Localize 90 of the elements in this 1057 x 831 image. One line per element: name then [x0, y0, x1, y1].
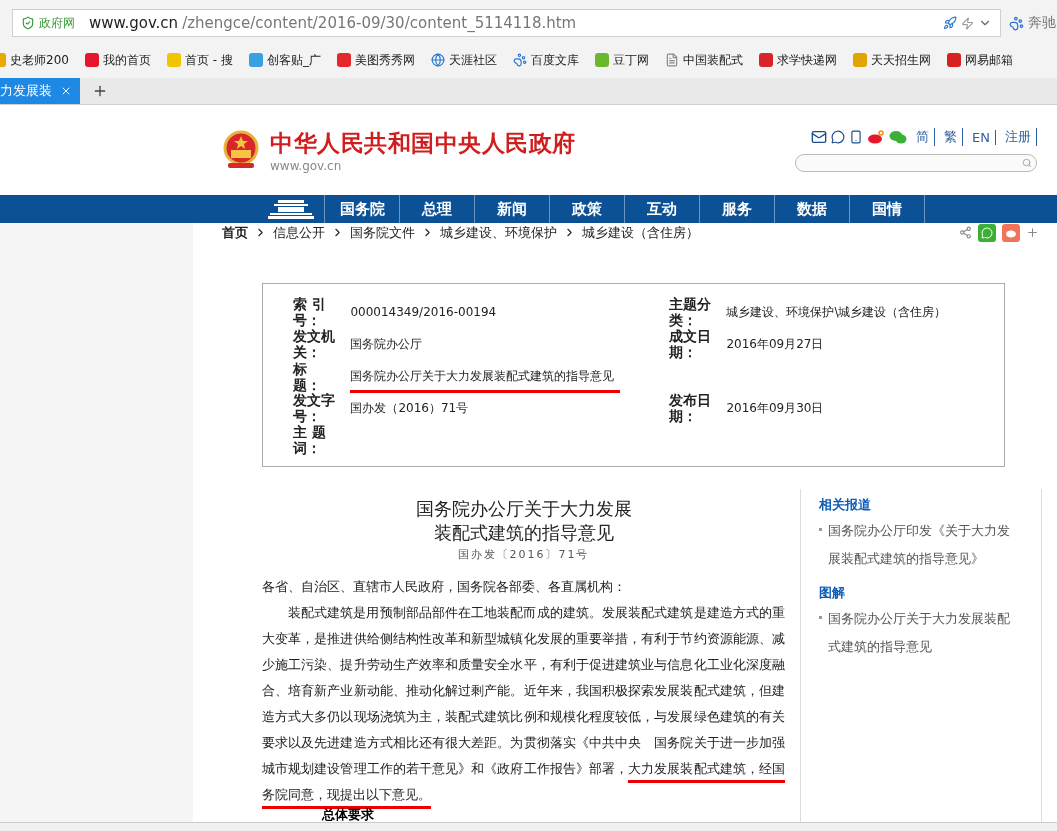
sidebar-link[interactable]: 国务院办公厅印发《关于大力发展装配式建筑的指导意见》 [819, 517, 1019, 573]
info-value: 城乡建设、环境保护\城乡建设（含住房） [726, 303, 947, 321]
wechat-icon[interactable] [889, 130, 908, 144]
bookmark[interactable]: 天天招生网 [870, 51, 931, 69]
language-link[interactable]: 简 [911, 128, 936, 146]
bookmark[interactable]: 网易邮箱 [964, 51, 1013, 69]
bookmark-icon [248, 53, 263, 67]
info-value: 国务院办公厅 [350, 335, 423, 353]
body-paragraph: 装配式建筑是用预制部品部件在工地装配而成的建筑。发展装配式建筑是建造方式的重大变革，是推进供给侧结构性改革和新型城镇化发展的重要举措，有利于节约资源能源、减少施工污染、提升劳动生产效率和质量安全水平，有利于促进建筑业与信息化工业化深度融合、培育新产业新动能、推动化解过剩产能。近年来，我国积极探索发展装配式建筑，但建造方式大多仍以现场浇筑为主，装配式建筑比例和规模化程度较低，与发展绿色建筑的有关要求以及先进建造方式相比还有很大差距。为贯彻落实《中共中央 国务院关于进一步加强城市规划建设管理工作的若干意见》和《政府工作报告》部署，大力发展装配式建筑，经国务院同意，现提出以下意见。 [262, 600, 785, 808]
breadcrumb-link[interactable]: 首页 [222, 223, 248, 242]
nav-item[interactable]: 新闻 [475, 195, 550, 223]
bookmark[interactable]: 百度文库 [530, 51, 579, 69]
bookmark-icon [758, 53, 773, 67]
bookmark[interactable]: 美图秀秀网 [354, 51, 415, 69]
sidebar-heading: 图解 [819, 584, 846, 602]
mail-icon[interactable] [811, 129, 828, 145]
document-number: 国办发〔2016〕71号 [456, 547, 591, 562]
paw-icon [512, 53, 527, 67]
breadcrumb-link[interactable]: 国务院文件 [350, 223, 415, 242]
share-icon[interactable] [959, 226, 972, 239]
salutation: 各省、自治区、直辖市人民政府，国务院各部委、各直属机构： [262, 578, 627, 596]
close-icon[interactable] [60, 85, 72, 97]
weibo-icon[interactable] [1002, 223, 1020, 242]
info-value: 国务院办公厅关于大力发展装配式建筑的指导意见 [350, 368, 621, 393]
lightning-icon[interactable] [961, 16, 974, 30]
nav-item[interactable]: 政策 [550, 195, 625, 223]
nav-item[interactable]: 国务院 [325, 195, 400, 223]
bookmark[interactable]: 史老师200 [10, 51, 69, 69]
language-link[interactable]: 繁 [939, 128, 964, 146]
article-title: 国务院办公厅关于大力发展 装配式建筑的指导意见 [414, 497, 633, 545]
globe-icon [430, 53, 445, 67]
info-value: 2016年09月30日 [726, 399, 824, 417]
search-icon[interactable] [1022, 158, 1032, 168]
info-value: 2016年09月27日 [726, 335, 824, 353]
emblem-icon [222, 130, 260, 170]
wechat-icon[interactable] [978, 223, 996, 242]
bookmark-icon [946, 53, 961, 67]
shield-icon [21, 16, 35, 30]
info-value: 国办发（2016）71号 [350, 399, 469, 417]
sidebar-heading: 相关报道 [819, 496, 872, 514]
phone-icon[interactable] [849, 130, 864, 144]
site-domain: www.gov.cn [270, 158, 342, 173]
rocket-icon[interactable] [943, 16, 957, 30]
site-label: 政府网 [39, 14, 75, 32]
paw-icon[interactable] [1009, 15, 1024, 31]
nav-item[interactable]: 互动 [625, 195, 700, 223]
bookmark[interactable]: 创客贴_广 [266, 51, 321, 69]
info-label: 主 题词： [293, 424, 327, 456]
language-link[interactable]: EN [967, 129, 996, 145]
weibo-icon[interactable] [867, 130, 886, 144]
info-label: 成文日期： [669, 328, 712, 360]
nav-item[interactable]: 国情 [850, 195, 925, 223]
bookmark-icon [84, 53, 99, 67]
bookmark-icon [336, 53, 351, 67]
search-field[interactable] [795, 154, 1037, 172]
bookmark-icon [594, 53, 609, 67]
bookmark-icon [852, 53, 867, 67]
language-link[interactable]: 注册 [1000, 128, 1037, 146]
address-bar[interactable]: 政府网 www.gov.cn /zhengce/content/2016-09/30/content_5114118.htm [12, 9, 1001, 37]
bookmark[interactable]: 豆丁网 [612, 51, 649, 69]
info-label: 主题分类： [669, 296, 712, 328]
info-value: 000014349/2016-00194 [350, 305, 497, 319]
url-host: www.gov.cn [89, 14, 179, 32]
bookmark[interactable]: 中国装配式 [682, 51, 743, 69]
nav-item[interactable]: 数据 [775, 195, 850, 223]
sidebar-link[interactable]: 国务院办公厅关于大力发展装配式建筑的指导意见 [819, 605, 1019, 661]
info-label: 发文字号： [293, 392, 336, 424]
chat-icon[interactable] [831, 130, 846, 144]
breadcrumb-link[interactable]: 城乡建设、环境保护 [440, 223, 557, 242]
breadcrumb-link[interactable]: 信息公开 [273, 223, 325, 242]
info-label: 发文机关： [293, 328, 336, 360]
search-engine-label[interactable]: 奔驰 [1028, 14, 1056, 32]
bookmark[interactable]: 天涯社区 [448, 51, 497, 69]
url-path: /zhengce/content/2016-09/30/content_5114118.htm [182, 14, 578, 32]
nav-item[interactable]: 总理 [400, 195, 475, 223]
info-label: 标题： [293, 360, 314, 393]
page-icon [664, 53, 679, 67]
bookmark[interactable]: 首页 - 搜 [184, 51, 233, 69]
info-label: 发布日期： [669, 392, 712, 424]
new-tab-icon[interactable] [92, 83, 108, 99]
section-heading: 总体要求 [322, 808, 375, 822]
site-title: 中华人民共和国中央人民政府 [270, 128, 576, 158]
nav-item[interactable]: 服务 [700, 195, 775, 223]
info-label: 索 引号： [293, 296, 327, 328]
bookmark[interactable]: 我的首页 [102, 51, 151, 69]
bookmark-icon [166, 53, 181, 67]
bookmark[interactable]: 求学快递网 [776, 51, 837, 69]
browser-tab[interactable]: 力发展装 [0, 78, 80, 104]
breadcrumb-link[interactable]: 城乡建设（含住房） [582, 223, 699, 242]
plus-icon[interactable] [1026, 226, 1039, 239]
